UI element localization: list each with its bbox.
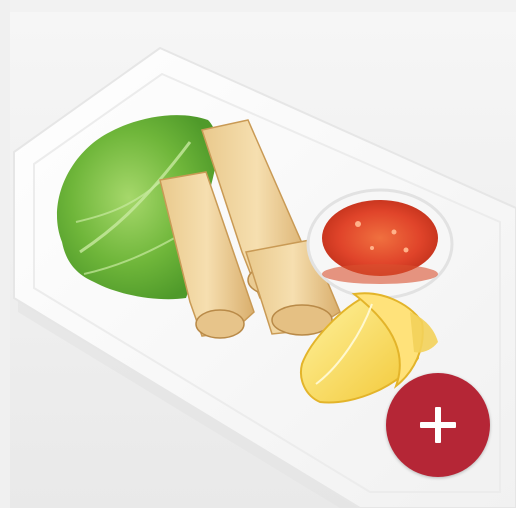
product-card[interactable] — [0, 0, 516, 508]
card-border-top — [0, 0, 516, 12]
card-border-left — [0, 0, 10, 508]
add-to-cart-button[interactable] — [386, 373, 490, 477]
